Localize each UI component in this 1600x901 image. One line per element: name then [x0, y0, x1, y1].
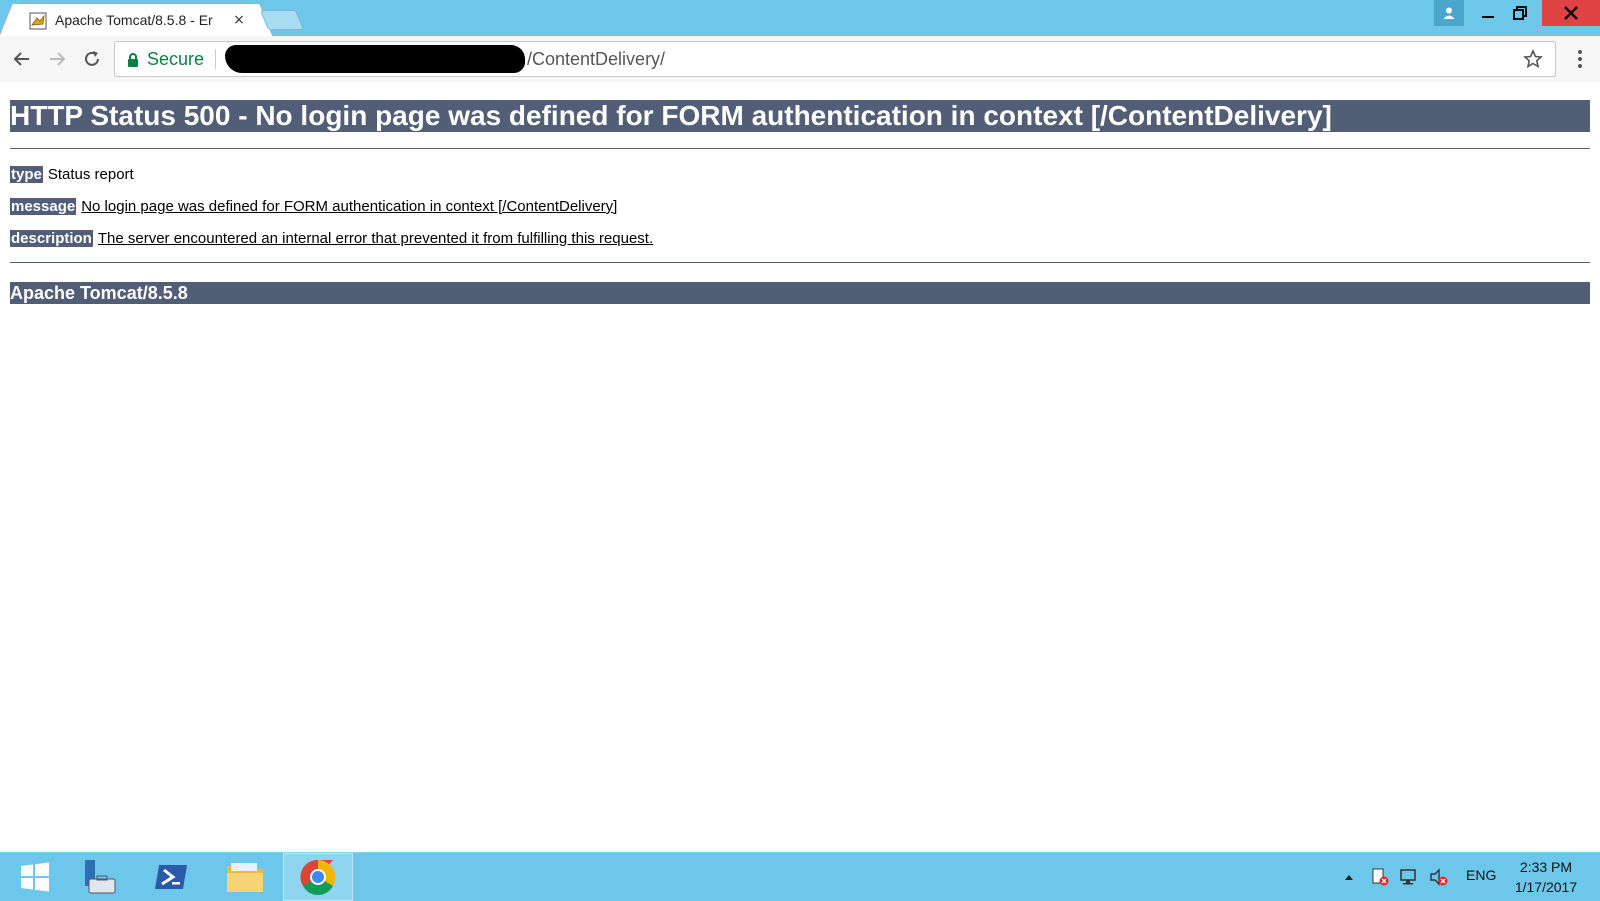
taskbar-server-manager[interactable]	[62, 853, 132, 901]
start-button[interactable]	[0, 853, 70, 901]
clock-time: 2:33 PM	[1519, 859, 1573, 875]
forward-arrow-icon	[50, 52, 66, 66]
error-heading: HTTP Status 500 - No login page was defi…	[10, 100, 1590, 132]
message-value: No login page was defined for FORM authe…	[81, 198, 618, 215]
taskbar-file-explorer[interactable]	[210, 853, 280, 901]
taskbar-powershell[interactable]	[136, 853, 206, 901]
network-icon[interactable]	[1398, 867, 1420, 887]
lock-icon	[128, 52, 138, 67]
restore-button[interactable]	[1498, 0, 1542, 26]
bookmark-star-icon[interactable]	[1523, 49, 1543, 69]
secure-label: Secure	[147, 49, 205, 69]
taskbar-chrome[interactable]	[283, 853, 353, 901]
description-label: description	[10, 230, 93, 247]
close-window-button[interactable]	[1542, 0, 1600, 26]
description-value: The server encountered an internal error…	[97, 230, 654, 247]
back-arrow-icon	[13, 52, 29, 66]
type-label: type	[10, 166, 43, 183]
message-row: message No login page was defined for FOR…	[10, 198, 617, 215]
powershell-icon	[155, 865, 187, 889]
tomcat-favicon-icon	[29, 12, 47, 30]
page-content: HTTP Status 500 - No login page was defi…	[0, 82, 1600, 852]
description-row: description The server encountered an int…	[10, 230, 653, 247]
reload-icon	[85, 51, 99, 66]
server-footer: Apache Tomcat/8.5.8	[10, 282, 1590, 304]
windows-logo-icon	[21, 862, 49, 892]
address-bar[interactable]: Secure /ContentDelivery/	[114, 41, 1556, 77]
back-button[interactable]	[10, 47, 34, 71]
tab-title: Apache Tomcat/8.5.8 - Er	[55, 12, 213, 28]
folder-icon	[227, 863, 263, 892]
redacted-host	[225, 45, 525, 73]
divider	[10, 262, 1590, 263]
clock[interactable]: 2:33 PM 1/17/2017	[1504, 857, 1588, 897]
forward-button[interactable]	[45, 47, 69, 71]
clock-date: 1/17/2017	[1514, 879, 1578, 895]
reload-button[interactable]	[80, 47, 104, 71]
browser-tab[interactable]: Apache Tomcat/8.5.8 - Er ×	[18, 3, 254, 37]
profile-icon[interactable]	[1434, 0, 1464, 26]
message-label: message	[10, 198, 77, 215]
browser-toolbar: Secure /ContentDelivery/	[0, 36, 1600, 83]
tab-close-icon[interactable]: ×	[229, 10, 249, 30]
taskbar: ENG 2:33 PM 1/17/2017	[0, 852, 1600, 901]
chrome-icon	[300, 859, 336, 895]
server-manager-icon	[85, 860, 116, 894]
new-tab-button[interactable]	[259, 10, 305, 30]
type-row: type Status report	[10, 166, 134, 183]
input-language[interactable]: ENG	[1466, 867, 1496, 883]
browser-titlebar: Apache Tomcat/8.5.8 - Er ×	[0, 0, 1600, 37]
omnibox-divider	[215, 49, 216, 69]
secure-indicator[interactable]: Secure	[127, 49, 204, 70]
volume-muted-icon[interactable]	[1428, 867, 1450, 887]
type-value: Status report	[47, 166, 134, 183]
menu-dots-icon[interactable]	[1570, 47, 1590, 71]
divider	[10, 148, 1590, 149]
show-hidden-icons-icon[interactable]	[1338, 867, 1360, 887]
url-path: /ContentDelivery/	[527, 49, 666, 69]
action-center-error-icon[interactable]	[1369, 867, 1391, 887]
